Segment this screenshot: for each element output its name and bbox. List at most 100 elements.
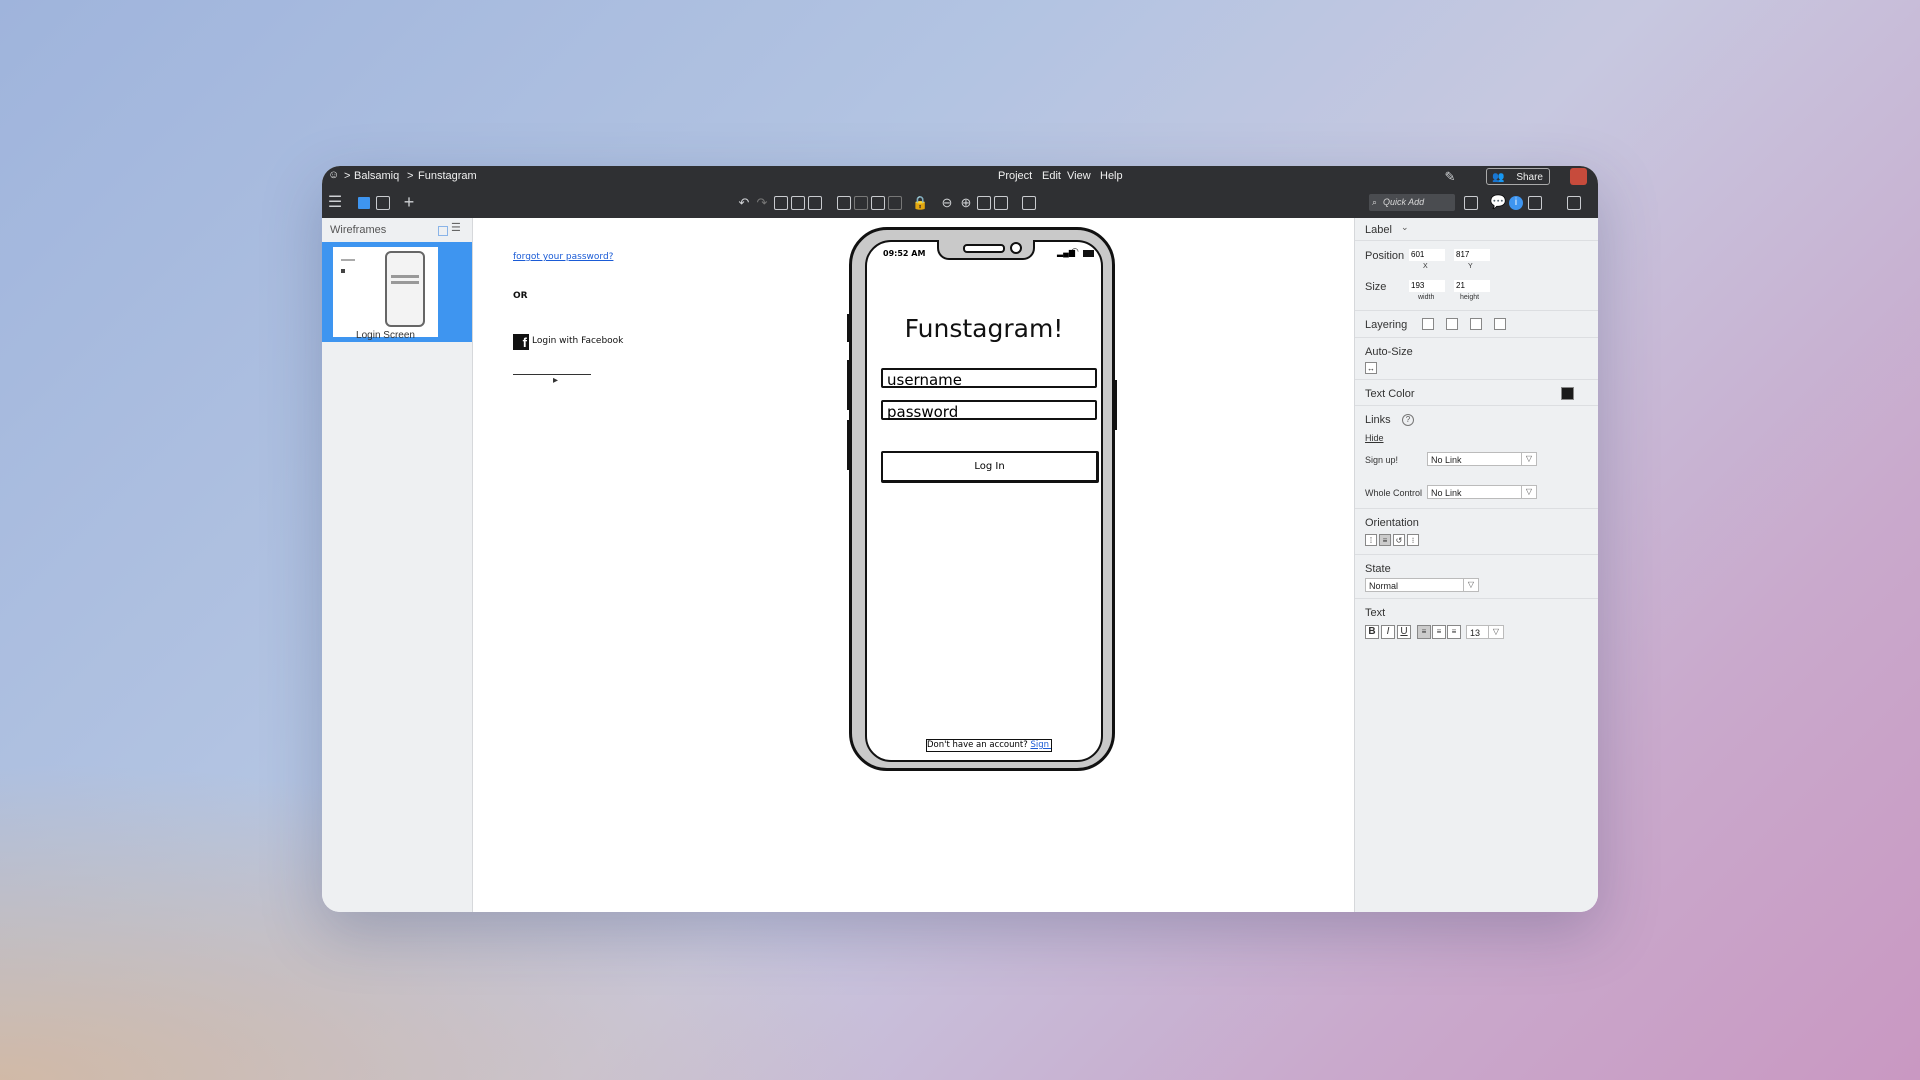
redo-icon[interactable]: ↷ [754,195,770,211]
divider [1355,405,1598,406]
autosize-icon[interactable]: ↔ [1365,362,1377,374]
thumbnail-view-icon[interactable] [438,226,448,236]
height-field[interactable]: 21 [1454,280,1490,292]
position-label: Position [1365,250,1405,262]
layering-label: Layering [1365,319,1408,331]
divider [1355,379,1598,380]
cursor-icon: ▸ [553,375,559,386]
menu-help[interactable]: Help [1100,170,1123,182]
camera-icon [1010,242,1022,254]
thumbnail-dot [341,269,345,273]
divider [1355,337,1598,338]
hamburger-menu-icon[interactable]: ☰ [327,195,343,211]
login-button[interactable]: Log In [881,451,1099,483]
comment-icon[interactable]: 💬 [1490,194,1506,210]
align-right-icon[interactable]: ≡ [1447,625,1461,639]
toolbar: ☰ + ↶ ↷ 🔒 ⊖ ⊕ ⌕ Quick Add 💬 i [322,188,1598,218]
canvas[interactable]: forgot your password? OR f Login with Fa… [473,218,1353,912]
lock-icon[interactable]: 🔒 [912,195,928,211]
user-avatar[interactable] [1570,168,1587,185]
signup-label-selected[interactable]: Don't have an account? Sign up [926,739,1052,752]
align-left-icon[interactable]: ≡ [1417,625,1431,639]
bold-button[interactable]: B [1365,625,1379,639]
control-type-title[interactable]: Label [1365,224,1392,236]
breadcrumb-project[interactable]: Funstagram [418,170,477,182]
undo-icon[interactable]: ↶ [736,195,752,211]
chevron-down-icon[interactable]: ⌄ [1401,222,1409,233]
divider [1355,310,1598,311]
username-field[interactable]: username [881,368,1097,389]
group-icon[interactable] [837,196,851,210]
breadcrumb-balsamiq[interactable]: Balsamiq [354,170,399,182]
facebook-icon: f [513,334,529,350]
forgot-password-link[interactable]: forgot your password? [513,252,613,262]
single-view-icon[interactable] [358,197,370,209]
delete-icon[interactable] [1022,196,1036,210]
state-select[interactable]: Normal ▽ [1365,578,1479,592]
info-icon[interactable]: i [1509,196,1523,210]
battery-icon [1083,250,1094,257]
users-icon: 👥 [1492,172,1505,183]
balsamiq-logo-icon[interactable]: ☺ [328,169,339,181]
grid-view-icon[interactable] [376,196,390,210]
ungroup-icon[interactable] [854,196,868,210]
zoom-in-icon[interactable]: ⊕ [958,195,974,211]
quick-add-input[interactable]: ⌕ Quick Add [1369,194,1455,211]
state-label: State [1365,563,1391,575]
bring-forward-icon[interactable] [1446,318,1458,330]
bring-to-front-icon[interactable] [1422,318,1434,330]
orientation-rotate-right-icon[interactable]: ⁝ [1407,534,1419,546]
add-wireframe-icon[interactable]: + [401,193,417,211]
thumbnail-line [341,259,355,261]
menu-edit[interactable]: Edit [1042,170,1061,182]
orientation-rotate-left-icon[interactable]: ↺ [1393,534,1405,546]
password-field[interactable]: password [881,400,1097,421]
present-mode-icon[interactable] [1567,196,1581,210]
share-button[interactable]: 👥 Share [1486,168,1550,185]
position-y-field[interactable]: 817 [1454,249,1490,261]
iphone-frame[interactable]: 09:52 AM ▂▄▆ ◠ Funstagram! username pass… [847,227,1117,771]
cut-icon[interactable] [774,196,788,210]
wireframe-thumbnail[interactable]: Login Screen [322,242,472,342]
paste-icon[interactable] [808,196,822,210]
ui-library-icon[interactable] [1464,196,1478,210]
underline-button[interactable]: U [1397,625,1411,639]
align-icon[interactable] [871,196,885,210]
align-center-icon[interactable]: ≡ [1432,625,1446,639]
panel-title: Wireframes [330,224,387,236]
width-field[interactable]: 193 [1409,280,1445,292]
pencil-icon[interactable]: ✎ [1442,169,1458,185]
send-backward-icon[interactable] [1470,318,1482,330]
menu-project[interactable]: Project [998,170,1032,182]
facebook-login-button[interactable]: Login with Facebook [532,336,623,346]
position-x-field[interactable]: 601 [1409,249,1445,261]
hide-links-link[interactable]: Hide [1365,433,1384,443]
fit-to-screen-icon[interactable] [994,196,1008,210]
properties-list-icon[interactable] [1528,196,1542,210]
italic-button[interactable]: I [1381,625,1395,639]
signup-link[interactable]: Sign up [1030,740,1051,750]
share-label: Share [1516,172,1543,183]
send-to-back-icon[interactable] [1494,318,1506,330]
orientation-horizontal-icon[interactable]: ≡ [1379,534,1391,546]
font-size-select[interactable]: 13 ▽ [1466,625,1504,639]
actual-size-icon[interactable] [977,196,991,210]
text-color-swatch[interactable] [1561,387,1574,400]
signup-link-select[interactable]: No Link ▽ [1427,452,1537,466]
whole-control-link-select[interactable]: No Link ▽ [1427,485,1537,499]
breadcrumb-separator: > [407,170,414,182]
or-label: OR [513,291,528,301]
help-icon[interactable]: ? [1402,414,1414,426]
phone-side-button [847,314,850,342]
menu-view[interactable]: View [1067,170,1091,182]
zoom-out-icon[interactable]: ⊖ [939,195,955,211]
link-name: Sign up! [1365,455,1399,465]
list-view-icon[interactable]: ☰ [451,221,461,234]
divider [1355,554,1598,555]
copy-icon[interactable] [791,196,805,210]
select-value: No Link [1431,455,1462,465]
wireframes-panel: Wireframes ☰ Login Screen [322,218,473,912]
thumbnail-phone [385,251,425,327]
distribute-icon[interactable] [888,196,902,210]
orientation-vertical-icon[interactable]: ⁞ [1365,534,1377,546]
